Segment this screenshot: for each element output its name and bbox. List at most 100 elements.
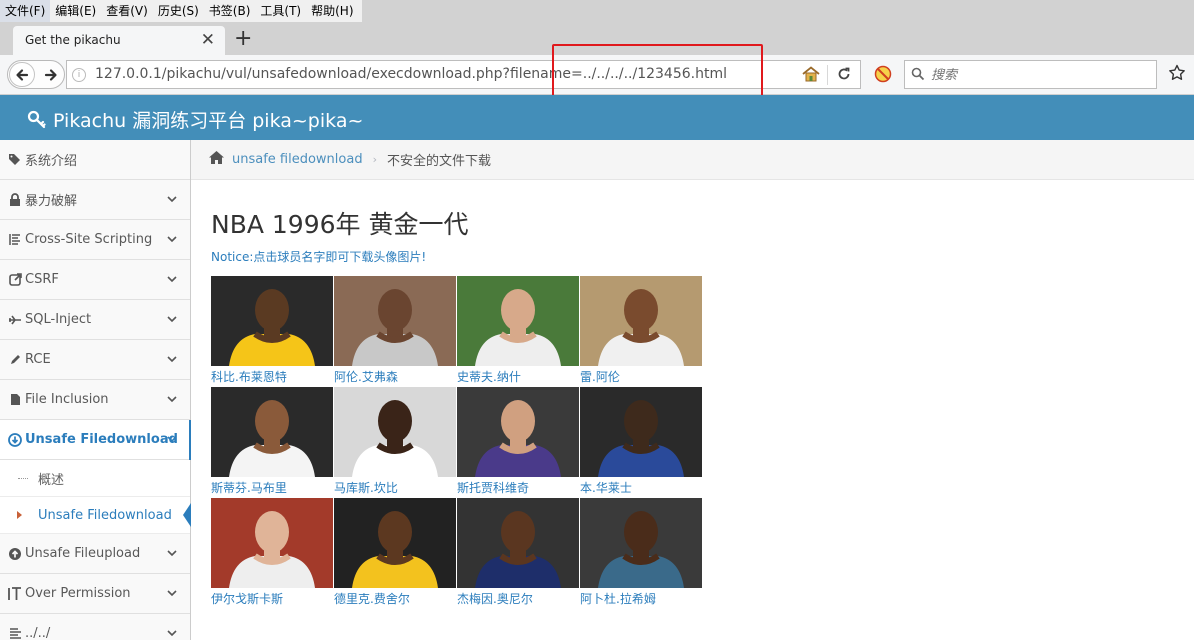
player-photo xyxy=(457,276,579,366)
new-tab-icon[interactable]: + xyxy=(234,27,252,51)
sidebar-item-intro[interactable]: 系统介绍 xyxy=(0,140,190,180)
sidebar-item-xss[interactable]: Cross-Site Scripting xyxy=(0,220,190,260)
text-height-icon xyxy=(8,586,22,601)
sidebar-item-file-inclusion[interactable]: File Inclusion xyxy=(0,380,190,420)
breadcrumb: unsafe filedownload › 不安全的文件下载 xyxy=(191,140,1194,180)
player-grid: 科比.布莱恩特 阿伦.艾弗森 史蒂夫.纳什 雷.阿伦斯蒂芬.马布里 马库斯.坎比 斯托贾科… xyxy=(211,276,703,610)
pencil-icon xyxy=(8,353,22,367)
player-name-link[interactable]: 本.华莱士 xyxy=(580,479,632,496)
bookmark-star-icon[interactable] xyxy=(1168,64,1186,86)
sidebar-item-sql-inject[interactable]: SQL-Inject xyxy=(0,300,190,340)
player-photo xyxy=(580,498,702,588)
browser-tab[interactable]: Get the pikachu ✕ xyxy=(13,26,225,56)
player-name-link[interactable]: 雷.阿伦 xyxy=(580,368,620,385)
site-info-icon[interactable]: i xyxy=(72,68,86,82)
chevron-down-icon xyxy=(166,273,178,289)
player-name-link[interactable]: 阿伦.艾弗森 xyxy=(334,368,398,385)
search-icon xyxy=(911,67,925,85)
player-photo xyxy=(457,387,579,477)
player-photo xyxy=(580,276,702,366)
player-photo xyxy=(334,276,456,366)
brand[interactable]: Pikachu 漏洞练习平台 pika~pika~ xyxy=(27,106,363,133)
download-icon xyxy=(8,432,22,447)
sidebar-item-label: Unsafe Filedownload xyxy=(25,432,178,447)
menu-edit[interactable]: 编辑(E) xyxy=(50,0,101,22)
menu-view[interactable]: 查看(V) xyxy=(101,0,153,22)
sidebar-item-dotdot[interactable]: ../../ xyxy=(0,614,190,640)
page-title: NBA 1996年 黄金一代 xyxy=(211,210,469,239)
player-name-link[interactable]: 德里克.费舍尔 xyxy=(334,590,410,607)
player-card: 斯蒂芬.马布里 xyxy=(211,387,333,497)
caret-right-icon xyxy=(17,511,22,519)
player-name-link[interactable]: 史蒂夫.纳什 xyxy=(457,368,521,385)
fighter-jet-icon xyxy=(8,313,22,327)
sidebar-item-unsafe-filedownload[interactable]: Unsafe Filedownload xyxy=(0,420,191,460)
breadcrumb-current: 不安全的文件下载 xyxy=(387,154,492,169)
player-name-link[interactable]: 科比.布莱恩特 xyxy=(211,368,287,385)
player-card: 伊尔戈斯卡斯 xyxy=(211,498,333,608)
player-card: 阿卜杜.拉希姆 xyxy=(580,498,702,608)
menu-bookmarks[interactable]: 书签(B) xyxy=(204,0,256,22)
sidebar-item-label: File Inclusion xyxy=(25,392,109,407)
sidebar-item-label: 系统介绍 xyxy=(25,154,78,169)
player-card: 马库斯.坎比 xyxy=(334,387,456,497)
player-photo xyxy=(334,387,456,477)
sidebar-item-rce[interactable]: RCE xyxy=(0,340,190,380)
search-bar[interactable] xyxy=(904,60,1157,89)
search-input[interactable] xyxy=(931,65,1151,85)
menu-file[interactable]: 文件(F) xyxy=(0,0,51,22)
highlight-box xyxy=(552,44,763,101)
breadcrumb-divider-icon: › xyxy=(372,153,377,166)
menu-history[interactable]: 历史(S) xyxy=(153,0,204,22)
menu-tools[interactable]: 工具(T) xyxy=(255,0,306,22)
sidebar-item-label: Unsafe Fileupload xyxy=(25,546,141,561)
home-icon[interactable] xyxy=(802,66,820,86)
player-name-link[interactable]: 斯托贾科维奇 xyxy=(457,479,529,496)
player-name-link[interactable]: 斯蒂芬.马布里 xyxy=(211,479,287,496)
active-pointer xyxy=(183,503,191,527)
sidebar-item-over-permission[interactable]: Over Permission xyxy=(0,574,190,614)
player-card: 杰梅因.奥尼尔 xyxy=(457,498,579,608)
back-button[interactable] xyxy=(9,62,35,87)
sidebar-item-unsafe-fileupload[interactable]: Unsafe Fileupload xyxy=(0,534,190,574)
breadcrumb-link[interactable]: unsafe filedownload xyxy=(232,152,363,167)
file-icon xyxy=(8,393,22,407)
sidebar-item-label: CSRF xyxy=(25,272,59,287)
sidebar-subitem-overview[interactable]: 概述 xyxy=(0,460,190,497)
chevron-down-icon xyxy=(166,353,178,369)
sidebar-subitem-label: Unsafe Filedownload xyxy=(38,507,172,523)
player-name-link[interactable]: 伊尔戈斯卡斯 xyxy=(211,590,283,607)
forward-button[interactable] xyxy=(40,64,62,86)
noscript-icon[interactable] xyxy=(874,65,892,87)
sidebar-item-csrf[interactable]: CSRF xyxy=(0,260,190,300)
player-card: 斯托贾科维奇 xyxy=(457,387,579,497)
sidebar: 系统介绍 暴力破解 Cross-Site Scripting CSRF SQL-… xyxy=(0,140,191,640)
reload-button[interactable] xyxy=(836,66,852,86)
close-tab-icon[interactable]: ✕ xyxy=(201,30,215,50)
upload-icon xyxy=(8,547,22,561)
menu-help[interactable]: 帮助(H) xyxy=(306,0,358,22)
align-icon xyxy=(8,233,22,247)
chevron-down-icon xyxy=(166,587,178,603)
player-name-link[interactable]: 杰梅因.奥尼尔 xyxy=(457,590,533,607)
player-card: 德里克.费舍尔 xyxy=(334,498,456,608)
sidebar-item-bruteforce[interactable]: 暴力破解 xyxy=(0,180,190,220)
tree-connector xyxy=(18,478,28,479)
page-header: Pikachu 漏洞练习平台 pika~pika~ xyxy=(0,95,1194,140)
lock-icon xyxy=(8,192,22,207)
notice-text: Notice:点击球员名字即可下载头像图片! xyxy=(211,250,427,264)
key-icon xyxy=(27,110,46,128)
player-name-link[interactable]: 阿卜杜.拉希姆 xyxy=(580,590,656,607)
player-photo xyxy=(457,498,579,588)
menu-list: 文件(F) 编辑(E) 查看(V) 历史(S) 书签(B) 工具(T) 帮助(H… xyxy=(0,0,362,22)
back-forward-group xyxy=(7,60,65,89)
tab-title: Get the pikachu xyxy=(25,33,121,47)
brand-title: Pikachu 漏洞练习平台 pika~pika~ xyxy=(53,110,364,132)
browser-menubar: 文件(F) 编辑(E) 查看(V) 历史(S) 书签(B) 工具(T) 帮助(H… xyxy=(0,0,1194,22)
tags-icon xyxy=(8,153,22,167)
player-name-link[interactable]: 马库斯.坎比 xyxy=(334,479,398,496)
reload-icon xyxy=(838,67,850,80)
sidebar-subitem-unsafe-filedownload[interactable]: Unsafe Filedownload xyxy=(0,497,191,534)
sidebar-item-label: SQL-Inject xyxy=(25,312,92,327)
player-photo xyxy=(334,498,456,588)
